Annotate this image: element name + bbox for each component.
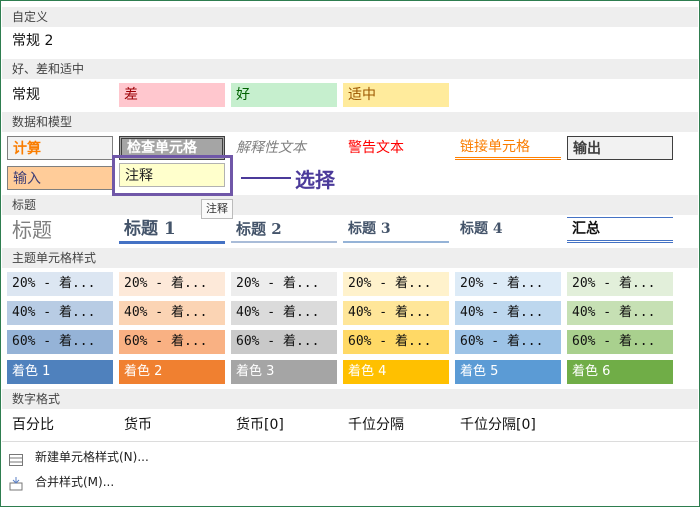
merge-styles-icon bbox=[9, 476, 23, 490]
merge-styles-label: 合并样式(M)... bbox=[35, 475, 115, 489]
style-currency-0[interactable]: 货币[0] bbox=[231, 413, 335, 437]
theme-style-20-4[interactable]: 20% - 着... bbox=[343, 272, 449, 296]
theme-style-20-1[interactable]: 20% - 着... bbox=[7, 272, 113, 296]
merge-styles-menu-item[interactable]: 合并样式(M)... bbox=[9, 472, 114, 492]
theme-style-60-1[interactable]: 60% - 着... bbox=[7, 330, 113, 354]
note-tooltip: 注释 bbox=[201, 199, 233, 219]
section-titles: 标题 bbox=[2, 195, 698, 215]
theme-style-accent-4[interactable]: 着色 4 bbox=[343, 360, 449, 384]
style-heading-4[interactable]: 标题 4 bbox=[455, 217, 561, 243]
theme-style-20-3[interactable]: 20% - 着... bbox=[231, 272, 337, 296]
theme-style-60-6[interactable]: 60% - 着... bbox=[567, 330, 673, 354]
style-normal[interactable]: 常规 bbox=[7, 83, 111, 107]
theme-style-40-2[interactable]: 40% - 着... bbox=[119, 301, 225, 325]
section-data-model: 数据和模型 bbox=[2, 112, 698, 132]
style-neutral[interactable]: 适中 bbox=[343, 83, 449, 107]
new-style-icon bbox=[9, 452, 23, 466]
style-output[interactable]: 输出 bbox=[567, 136, 673, 160]
theme-style-40-6[interactable]: 40% - 着... bbox=[567, 301, 673, 325]
style-comma-0[interactable]: 千位分隔[0] bbox=[455, 413, 565, 437]
theme-style-accent-1[interactable]: 着色 1 bbox=[7, 360, 113, 384]
new-cell-style-menu-item[interactable]: 新建单元格样式(N)... bbox=[9, 447, 149, 467]
theme-style-60-4[interactable]: 60% - 着... bbox=[343, 330, 449, 354]
style-bad[interactable]: 差 bbox=[119, 83, 225, 107]
style-heading-1[interactable]: 标题 1 bbox=[119, 217, 225, 244]
style-title[interactable]: 标题 bbox=[7, 217, 113, 245]
theme-style-accent-6[interactable]: 着色 6 bbox=[567, 360, 673, 384]
style-explanatory-text[interactable]: 解释性文本 bbox=[231, 136, 337, 160]
theme-style-60-3[interactable]: 60% - 着... bbox=[231, 330, 337, 354]
style-linked-cell[interactable]: 链接单元格 bbox=[455, 136, 561, 160]
theme-style-60-2[interactable]: 60% - 着... bbox=[119, 330, 225, 354]
cell-styles-gallery: 自定义 常规 2 好、差和适中 常规 差 好 适中 数据和模型 计算 检查单元格… bbox=[0, 0, 700, 507]
theme-style-40-5[interactable]: 40% - 着... bbox=[455, 301, 561, 325]
style-percent[interactable]: 百分比 bbox=[7, 413, 111, 437]
style-currency[interactable]: 货币 bbox=[119, 413, 223, 437]
theme-style-20-2[interactable]: 20% - 着... bbox=[119, 272, 225, 296]
section-theme-styles: 主题单元格样式 bbox=[2, 248, 698, 268]
theme-style-accent-2[interactable]: 着色 2 bbox=[119, 360, 225, 384]
theme-style-40-3[interactable]: 40% - 着... bbox=[231, 301, 337, 325]
theme-style-accent-3[interactable]: 着色 3 bbox=[231, 360, 337, 384]
theme-style-60-5[interactable]: 60% - 着... bbox=[455, 330, 561, 354]
new-cell-style-label: 新建单元格样式(N)... bbox=[35, 450, 149, 464]
theme-style-20-6[interactable]: 20% - 着... bbox=[567, 272, 673, 296]
style-comma[interactable]: 千位分隔 bbox=[343, 413, 447, 437]
callout-line bbox=[241, 177, 291, 179]
style-heading-3[interactable]: 标题 3 bbox=[343, 217, 449, 243]
theme-style-accent-5[interactable]: 着色 5 bbox=[455, 360, 561, 384]
style-good[interactable]: 好 bbox=[231, 83, 337, 107]
style-calculation[interactable]: 计算 bbox=[7, 136, 113, 160]
callout-select-label: 选择 bbox=[295, 168, 335, 192]
style-input[interactable]: 输入 bbox=[7, 166, 113, 190]
section-number-format: 数字格式 bbox=[2, 389, 698, 409]
section-good-bad-neutral: 好、差和适中 bbox=[2, 59, 698, 79]
theme-style-40-1[interactable]: 40% - 着... bbox=[7, 301, 113, 325]
style-total[interactable]: 汇总 bbox=[567, 217, 673, 243]
style-normal-2[interactable]: 常规 2 bbox=[7, 29, 111, 53]
theme-style-20-5[interactable]: 20% - 着... bbox=[455, 272, 561, 296]
style-heading-2[interactable]: 标题 2 bbox=[231, 217, 337, 243]
theme-style-40-4[interactable]: 40% - 着... bbox=[343, 301, 449, 325]
section-custom: 自定义 bbox=[2, 7, 698, 27]
footer-divider bbox=[2, 441, 698, 442]
note-selection-highlight bbox=[112, 155, 233, 196]
style-warning-text[interactable]: 警告文本 bbox=[343, 136, 449, 160]
